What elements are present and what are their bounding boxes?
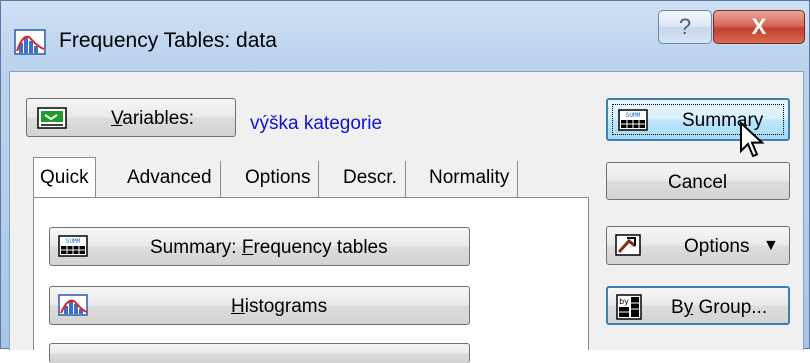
close-button[interactable]: X — [713, 10, 805, 44]
tab-quick[interactable]: Quick — [33, 157, 96, 199]
options-icon — [615, 234, 641, 256]
by-group-icon: by — [616, 294, 642, 320]
variables-button-label: Variables: — [111, 108, 195, 129]
svg-text:by: by — [619, 297, 629, 306]
dialog-window: Frequency Tables: data ? X Variables: vý… — [0, 0, 810, 363]
close-icon: X — [751, 14, 767, 39]
summary-table-icon: SUMM — [58, 235, 88, 257]
histograms-label: Histograms — [231, 296, 328, 317]
tab-advanced[interactable]: Advanced — [119, 161, 221, 197]
mouse-pointer-icon — [740, 121, 765, 158]
tab-normality[interactable]: Normality — [421, 161, 519, 197]
next-analysis-button[interactable] — [49, 343, 470, 363]
by-group-button[interactable]: by By Group... — [606, 286, 790, 325]
summary-frequency-tables-label: Summary: Frequency tables — [150, 237, 388, 258]
help-icon: ? — [678, 14, 692, 39]
options-button[interactable]: Options ▼ — [606, 226, 790, 265]
options-button-label: Options — [684, 236, 750, 257]
variables-icon — [37, 107, 67, 129]
histogram-icon — [58, 294, 88, 316]
dropdown-arrow-icon: ▼ — [763, 237, 779, 254]
quick-tab-panel — [33, 197, 589, 350]
help-button[interactable]: ? — [658, 10, 712, 44]
variables-button[interactable]: Variables: — [26, 98, 236, 137]
histograms-button[interactable]: Histograms — [49, 286, 470, 325]
svg-text:SUMM: SUMM — [66, 238, 81, 245]
tab-options[interactable]: Options — [237, 161, 320, 197]
cancel-button[interactable]: Cancel — [606, 162, 790, 200]
summary-frequency-tables-button[interactable]: SUMM Summary: Frequency tables — [49, 227, 470, 266]
selected-variable-value: výška kategorie — [250, 113, 383, 134]
statistica-chart-icon — [14, 29, 46, 55]
window-title: Frequency Tables: data — [59, 29, 277, 52]
tab-descr[interactable]: Descr. — [335, 161, 406, 197]
cancel-button-label: Cancel — [668, 172, 728, 193]
by-group-button-label: By Group... — [671, 297, 768, 318]
